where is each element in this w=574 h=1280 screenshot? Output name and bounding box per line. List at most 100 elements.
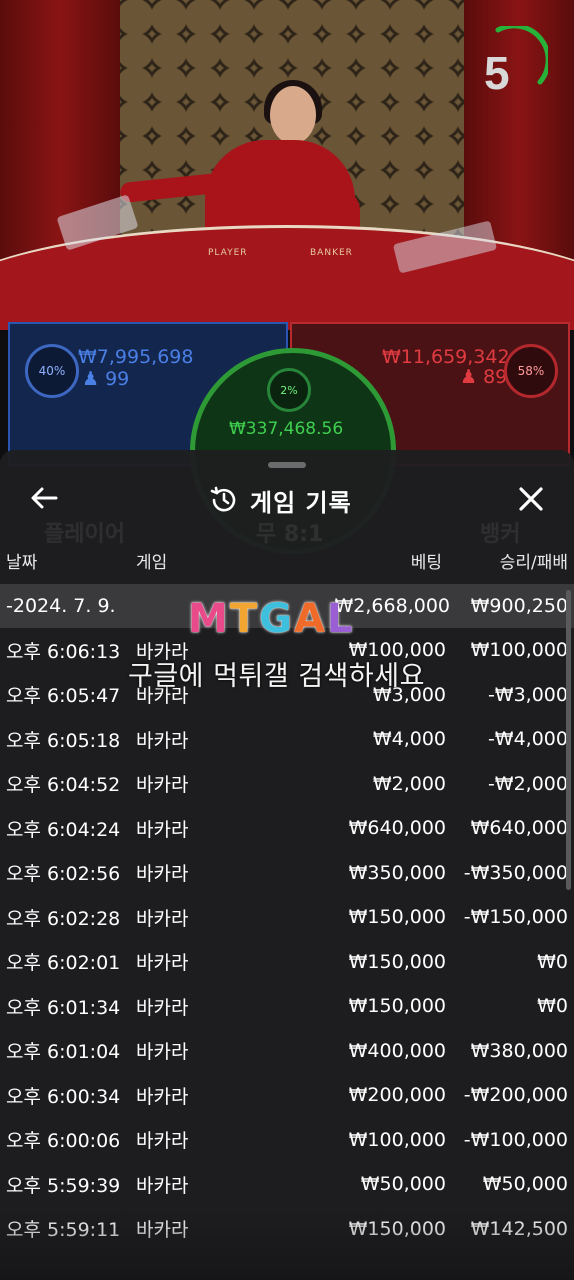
history-row[interactable]: 오후 6:02:28 바카라 ₩150,000 -₩150,000 bbox=[0, 895, 574, 940]
row-bet: ₩150,000 bbox=[348, 950, 446, 973]
logo-letter: A bbox=[293, 596, 325, 642]
row-time: 오후 6:00:06 bbox=[6, 1130, 121, 1153]
logo-letter: M bbox=[188, 596, 228, 642]
player-count-value: 99 bbox=[105, 368, 130, 390]
watermark-logo: MTGAL bbox=[188, 596, 352, 642]
row-bet: ₩150,000 bbox=[348, 906, 446, 929]
row-result: -₩4,000 bbox=[487, 728, 568, 751]
row-time: 오후 6:02:01 bbox=[6, 952, 121, 975]
sheet-grabber[interactable] bbox=[268, 462, 306, 468]
row-result: ₩100,000 bbox=[470, 639, 568, 662]
column-header-bet: 베팅 bbox=[410, 553, 442, 573]
row-bet: ₩2,000 bbox=[372, 772, 446, 795]
history-row[interactable]: 오후 6:05:18 바카라 ₩4,000 -₩4,000 bbox=[0, 717, 574, 762]
history-row[interactable]: 오후 6:04:52 바카라 ₩2,000 -₩2,000 bbox=[0, 762, 574, 807]
row-game: 바카라 bbox=[136, 952, 189, 975]
history-row[interactable]: 오후 5:59:11 바카라 ₩150,000 ₩142,500 bbox=[0, 1207, 574, 1252]
row-game: 바카라 bbox=[136, 818, 189, 841]
row-game: 바카라 bbox=[136, 1041, 189, 1064]
row-bet: ₩150,000 bbox=[348, 1217, 446, 1240]
sheet-header: 게임 기록 bbox=[0, 472, 574, 528]
row-time: 오후 6:01:04 bbox=[6, 1041, 121, 1064]
row-bet: ₩50,000 bbox=[360, 1173, 446, 1196]
history-icon bbox=[210, 486, 236, 512]
banker-percent-ring: 58% bbox=[504, 344, 558, 398]
logo-letter: L bbox=[326, 596, 353, 642]
banker-bet-amount: ₩11,659,342 bbox=[382, 346, 510, 368]
player-percent-ring: 40% bbox=[25, 344, 79, 398]
column-header-result: 승리/패배 bbox=[499, 553, 568, 573]
countdown-timer: 5 bbox=[484, 47, 510, 99]
back-button[interactable] bbox=[28, 482, 60, 514]
history-row[interactable]: 오후 6:01:34 바카라 ₩150,000 ₩0 bbox=[0, 984, 574, 1029]
row-bet: ₩640,000 bbox=[348, 817, 446, 840]
row-time: 오후 5:59:11 bbox=[6, 1219, 121, 1242]
watermark-text: 구글에 먹튀갤 검색하세요 bbox=[128, 661, 425, 692]
row-bet: ₩350,000 bbox=[348, 861, 446, 884]
row-result: -₩350,000 bbox=[463, 861, 568, 884]
date-group-result-total: ₩900,250 bbox=[470, 595, 568, 617]
logo-letter: T bbox=[229, 596, 258, 642]
row-bet: ₩100,000 bbox=[348, 1128, 446, 1151]
row-game: 바카라 bbox=[136, 1130, 189, 1153]
column-header-date: 날짜 bbox=[6, 553, 38, 573]
user-icon: ♟ bbox=[460, 366, 478, 388]
row-time: 오후 6:05:18 bbox=[6, 729, 121, 752]
tie-percent-ring: 2% bbox=[267, 368, 311, 412]
close-button[interactable] bbox=[514, 482, 548, 516]
row-game: 바카라 bbox=[136, 996, 189, 1019]
column-header-game: 게임 bbox=[136, 553, 168, 573]
banker-user-count: ♟ 89 bbox=[460, 366, 507, 388]
sheet-title: 게임 기록 bbox=[250, 488, 352, 517]
history-row[interactable]: 오후 6:04:24 바카라 ₩640,000 ₩640,000 bbox=[0, 806, 574, 851]
row-time: 오후 6:06:13 bbox=[6, 640, 121, 663]
banker-percent: 58% bbox=[517, 364, 545, 378]
game-history-sheet: 플레이어 무 8:1 뱅커 게임 기록 날짜 게임 베팅 승리/패배 -2024… bbox=[0, 450, 574, 1280]
player-user-count: ♟ 99 bbox=[82, 368, 129, 390]
scrollbar[interactable] bbox=[566, 590, 571, 890]
table-label-banker: BANKER bbox=[310, 248, 353, 258]
row-time: 오후 6:02:56 bbox=[6, 863, 121, 886]
row-result: -₩2,000 bbox=[487, 772, 568, 795]
row-game: 바카라 bbox=[136, 1174, 189, 1197]
row-game: 바카라 bbox=[136, 1085, 189, 1108]
row-result: ₩0 bbox=[537, 995, 568, 1018]
row-bet: ₩200,000 bbox=[348, 1084, 446, 1107]
history-row[interactable]: 오후 6:00:06 바카라 ₩100,000 -₩100,000 bbox=[0, 1118, 574, 1163]
history-row[interactable]: 오후 6:01:04 바카라 ₩400,000 ₩380,000 bbox=[0, 1029, 574, 1074]
row-result: -₩200,000 bbox=[463, 1084, 568, 1107]
row-bet: ₩4,000 bbox=[372, 728, 446, 751]
row-result: -₩3,000 bbox=[487, 683, 568, 706]
history-row[interactable]: 오후 6:02:56 바카라 ₩350,000 -₩350,000 bbox=[0, 851, 574, 896]
row-time: 오후 6:02:28 bbox=[6, 907, 121, 930]
close-icon bbox=[519, 487, 543, 511]
row-time: 오후 6:00:34 bbox=[6, 1085, 121, 1108]
history-row[interactable]: 오후 6:00:34 바카라 ₩200,000 -₩200,000 bbox=[0, 1073, 574, 1118]
row-bet: ₩400,000 bbox=[348, 1039, 446, 1062]
row-game: 바카라 bbox=[136, 774, 189, 797]
row-game: 바카라 bbox=[136, 1219, 189, 1242]
row-result: ₩142,500 bbox=[470, 1217, 568, 1240]
row-result: ₩640,000 bbox=[470, 817, 568, 840]
table-label-player: PLAYER bbox=[208, 248, 248, 258]
row-game: 바카라 bbox=[136, 729, 189, 752]
history-row[interactable]: 오후 5:59:39 바카라 ₩50,000 ₩50,000 bbox=[0, 1162, 574, 1207]
row-result: -₩150,000 bbox=[463, 906, 568, 929]
row-bet: ₩150,000 bbox=[348, 995, 446, 1018]
row-time: 오후 6:04:52 bbox=[6, 774, 121, 797]
row-result: ₩0 bbox=[537, 950, 568, 973]
row-time: 오후 6:01:34 bbox=[6, 996, 121, 1019]
tie-bet-amount: ₩337,468.56 bbox=[229, 419, 344, 439]
logo-letter: G bbox=[259, 596, 292, 642]
row-result: -₩100,000 bbox=[463, 1128, 568, 1151]
arrow-left-icon bbox=[31, 487, 58, 509]
row-game: 바카라 bbox=[136, 907, 189, 930]
row-result: ₩380,000 bbox=[470, 1039, 568, 1062]
row-result: ₩50,000 bbox=[482, 1173, 568, 1196]
player-percent: 40% bbox=[38, 364, 66, 378]
row-time: 오후 6:05:47 bbox=[6, 685, 121, 708]
row-game: 바카라 bbox=[136, 863, 189, 886]
user-icon: ♟ bbox=[82, 368, 100, 390]
row-time: 오후 5:59:39 bbox=[6, 1174, 121, 1197]
history-row[interactable]: 오후 6:02:01 바카라 ₩150,000 ₩0 bbox=[0, 940, 574, 985]
